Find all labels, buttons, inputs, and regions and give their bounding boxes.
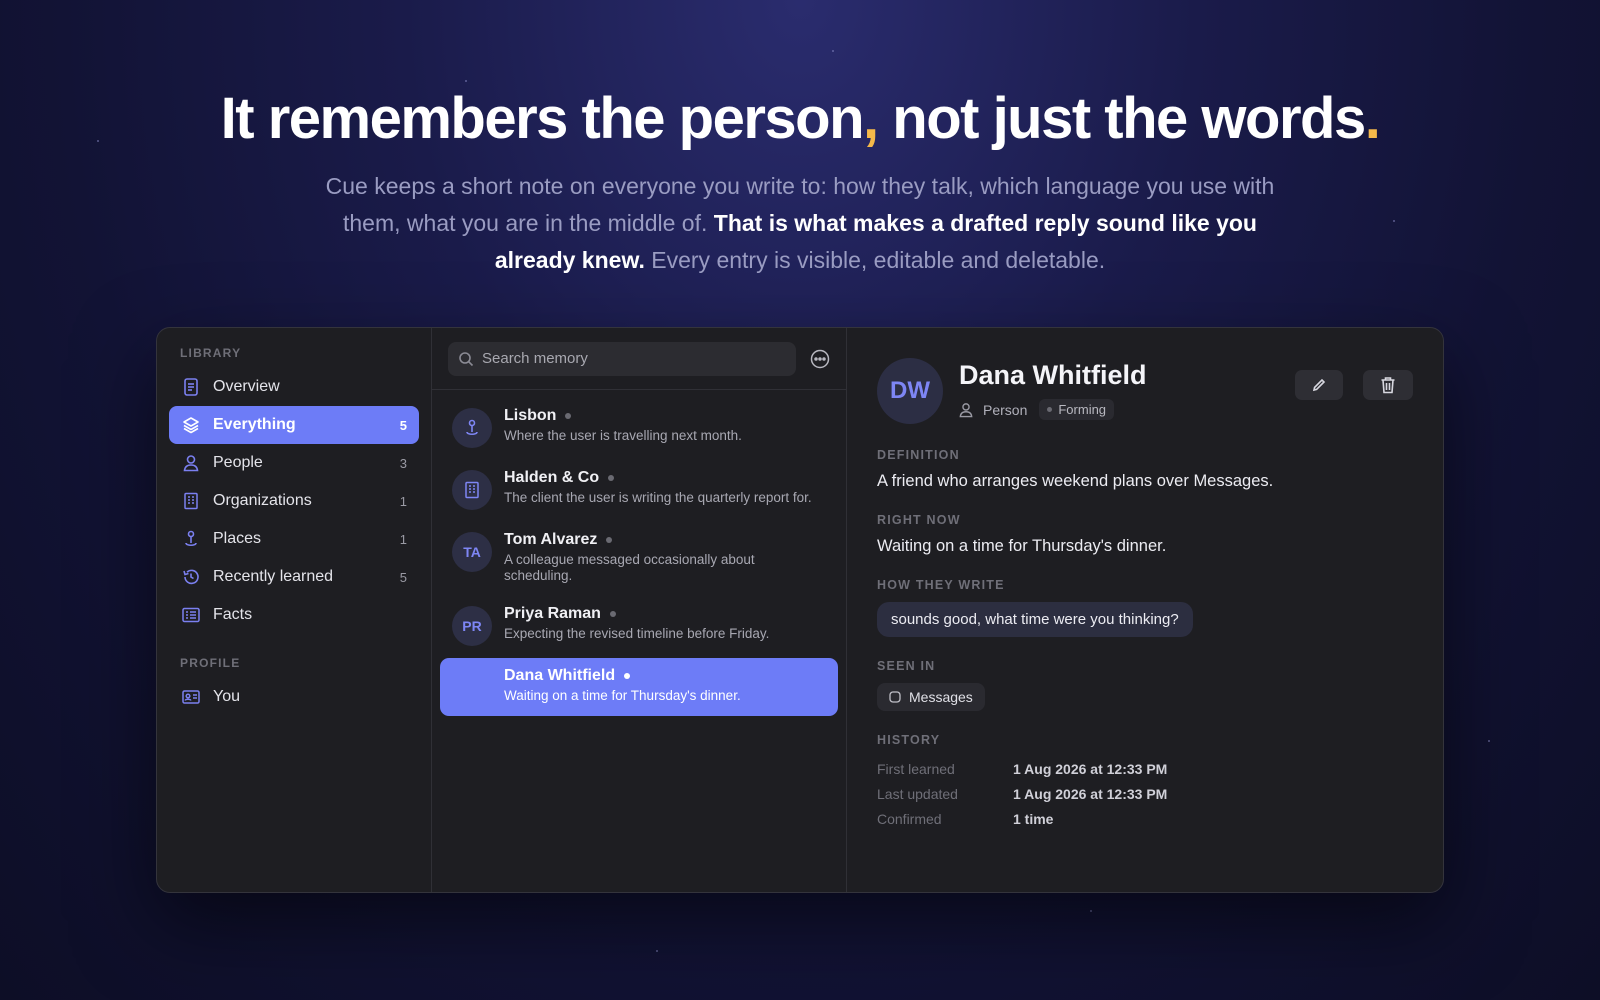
hero-section: It remembers the person, not just the wo…: [0, 80, 1600, 279]
status-dot: [624, 673, 631, 679]
list-item[interactable]: TA Tom Alvarez A colleague messaged occa…: [440, 522, 838, 592]
ellipsis-circle-icon: [810, 349, 830, 368]
sidebar-item-count: 5: [399, 569, 407, 585]
sidebar-item-count: 3: [399, 455, 407, 471]
sidebar-item-you[interactable]: You: [169, 678, 419, 716]
avatar: TA: [452, 532, 492, 572]
definition-label: DEFINITION: [877, 448, 960, 462]
sidebar-item-count: 5: [399, 417, 407, 433]
entry-name: Dana Whitfield: [504, 666, 826, 686]
delete-button[interactable]: [1363, 370, 1413, 400]
entry-description: The client the user is writing the quart…: [504, 490, 812, 505]
sidebar-item-label: Places: [213, 530, 262, 547]
seen-in-chip[interactable]: Messages: [877, 683, 985, 711]
writing-sample-quote: sounds good, what time were you thinking…: [877, 602, 1193, 637]
list-icon: [181, 605, 201, 625]
profile-section-label: PROFILE: [180, 656, 241, 670]
list-item[interactable]: Halden & Co The client the user is writi…: [440, 460, 838, 518]
person-icon: [959, 402, 975, 418]
avatar: DW: [877, 358, 943, 424]
library-section-label: LIBRARY: [180, 346, 242, 360]
pin-icon: [452, 408, 492, 448]
right-now-value: Waiting on a time for Thursday's dinner.: [877, 537, 1167, 555]
id-card-icon: [181, 687, 201, 707]
status-dot: [565, 413, 572, 419]
pencil-icon: [1312, 378, 1326, 392]
subheadline: Cue keeps a short note on everyone you w…: [325, 173, 1275, 273]
sidebar-item-label: Facts: [213, 606, 253, 623]
more-options-button[interactable]: [808, 347, 832, 371]
entry-description: Waiting on a time for Thursday's dinner.: [504, 688, 741, 703]
status-dot: [608, 475, 615, 481]
trash-icon: [1381, 377, 1395, 394]
app-square-icon: [889, 691, 901, 703]
how-they-write-label: HOW THEY WRITE: [877, 578, 1005, 592]
sidebar-item-organizations[interactable]: Organizations 1: [169, 482, 419, 520]
avatar: PR: [452, 606, 492, 646]
sidebar-item-everything[interactable]: Everything 5: [169, 406, 419, 444]
sidebar-item-label: You: [213, 688, 240, 705]
entry-description: Where the user is travelling next month.: [504, 428, 742, 443]
detail-meta: Person Forming: [959, 399, 1147, 420]
history-row: First learned 1 Aug 2026 at 12:33 PM: [877, 761, 1168, 777]
detail-actions: [1295, 370, 1413, 400]
sidebar-item-overview[interactable]: Overview: [169, 368, 419, 406]
sidebar-item-count: 1: [399, 531, 407, 547]
entry-name: Tom Alvarez: [504, 530, 826, 550]
search-icon: [458, 351, 474, 367]
search-bar: [432, 328, 846, 390]
search-box[interactable]: [448, 341, 796, 376]
building-icon: [452, 470, 492, 510]
sidebar-item-label: Organizations: [213, 492, 312, 509]
history-row: Confirmed 1 time: [877, 811, 1054, 827]
entry-description: Expecting the revised timeline before Fr…: [504, 626, 770, 641]
list-item-selected[interactable]: Dana Whitfield Waiting on a time for Thu…: [440, 658, 838, 716]
layers-icon: [181, 415, 201, 435]
entry-name: Priya Raman: [504, 604, 826, 624]
memory-list-panel: Lisbon Where the user is travelling next…: [432, 328, 847, 892]
history-label: HISTORY: [877, 733, 941, 747]
seen-in-label: SEEN IN: [877, 659, 936, 673]
sidebar-item-label: Overview: [213, 378, 280, 395]
sidebar-item-recently-learned[interactable]: Recently learned 5: [169, 558, 419, 596]
sidebar-item-label: Recently learned: [213, 568, 334, 585]
sidebar-item-facts[interactable]: Facts: [169, 596, 419, 634]
list-item[interactable]: Lisbon Where the user is travelling next…: [440, 398, 838, 456]
sidebar: LIBRARY Overview Everything 5 People 3 O…: [157, 328, 432, 892]
entry-name: Lisbon: [504, 406, 826, 426]
right-now-label: RIGHT NOW: [877, 513, 961, 527]
history-icon: [181, 567, 201, 587]
app-window: LIBRARY Overview Everything 5 People 3 O…: [156, 327, 1444, 893]
entry-description: A colleague messaged occasionally about …: [504, 552, 755, 583]
status-badge: Forming: [1039, 399, 1115, 420]
memory-entries: Lisbon Where the user is travelling next…: [432, 390, 846, 728]
sidebar-item-people[interactable]: People 3: [169, 444, 419, 482]
sidebar-item-places[interactable]: Places 1: [169, 520, 419, 558]
edit-button[interactable]: [1295, 370, 1343, 400]
sidebar-item-count: 1: [399, 493, 407, 509]
list-item[interactable]: PR Priya Raman Expecting the revised tim…: [440, 596, 838, 654]
history-row: Last updated 1 Aug 2026 at 12:33 PM: [877, 786, 1168, 802]
definition-value: A friend who arranges weekend plans over…: [877, 472, 1274, 490]
building-icon: [181, 491, 201, 511]
detail-panel: DW Dana Whitfield Person Forming DEFINIT…: [847, 328, 1443, 892]
entity-type: Person: [983, 401, 1028, 418]
headline: It remembers the person, not just the wo…: [220, 86, 1381, 151]
detail-name: Dana Whitfield: [959, 360, 1147, 390]
status-dot: [606, 537, 613, 543]
search-input[interactable]: [482, 350, 786, 367]
sidebar-item-label: Everything: [213, 416, 296, 433]
history-table: First learned 1 Aug 2026 at 12:33 PM Last…: [877, 757, 1413, 832]
document-icon: [181, 377, 201, 397]
person-icon: [181, 453, 201, 473]
pin-icon: [181, 529, 201, 549]
sidebar-item-label: People: [213, 454, 263, 471]
status-dot: [609, 611, 616, 617]
entry-name: Halden & Co: [504, 468, 826, 488]
